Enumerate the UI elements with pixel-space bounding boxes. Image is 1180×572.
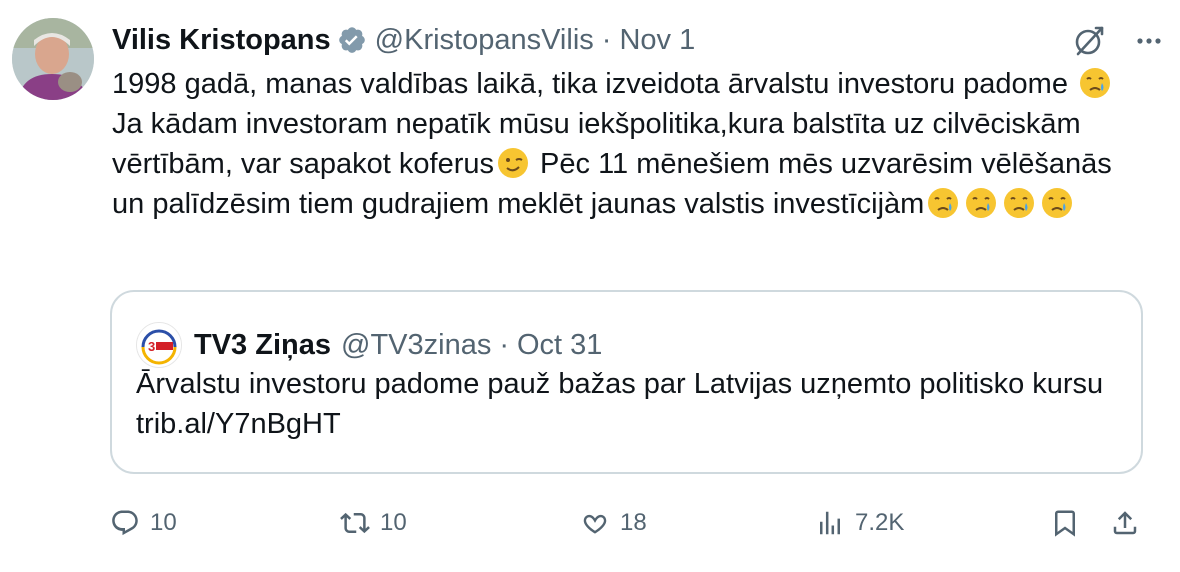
- quoted-author-avatar[interactable]: 3: [136, 322, 182, 368]
- like-count: 18: [620, 509, 647, 536]
- header-actions: [1072, 24, 1164, 66]
- quoted-tweet[interactable]: 3 TV3 Ziņas @TV3zinas · Oct 31 Ārvalstu …: [110, 290, 1143, 474]
- crying-face-emoji-icon: [1002, 186, 1036, 220]
- crying-face-emoji-icon: [926, 186, 960, 220]
- reply-count: 10: [150, 509, 177, 536]
- views-button[interactable]: 7.2K: [815, 500, 904, 546]
- repost-button[interactable]: 10: [340, 500, 407, 546]
- author-handle[interactable]: @KristopansVilis: [375, 24, 594, 57]
- verified-badge-icon[interactable]: [337, 25, 367, 55]
- bookmark-icon: [1055, 510, 1075, 537]
- views-count: 7.2K: [855, 509, 905, 536]
- more-icon[interactable]: [1134, 26, 1164, 64]
- tweet-header: Vilis Kristopans @KristopansVilis · Nov …: [112, 18, 1161, 62]
- avatar-image: [12, 18, 94, 100]
- repost-count: 10: [380, 509, 407, 536]
- views-icon: [820, 511, 840, 535]
- share-button[interactable]: [1110, 500, 1150, 546]
- repost-icon: [340, 512, 370, 534]
- svg-text:3: 3: [148, 339, 155, 354]
- crying-face-emoji-icon: [1078, 66, 1112, 100]
- quoted-author-name[interactable]: TV3 Ziņas: [194, 329, 331, 362]
- separator-dot: ·: [499, 328, 509, 361]
- quoted-tweet-header: 3 TV3 Ziņas @TV3zinas · Oct 31: [136, 322, 602, 368]
- tweet-date[interactable]: Nov 1: [619, 24, 695, 57]
- winking-face-emoji-icon: [496, 146, 530, 180]
- tweet-text: 1998 gadā, manas valdības laikā, tika iz…: [112, 64, 1142, 224]
- author-name[interactable]: Vilis Kristopans: [112, 24, 331, 57]
- like-button[interactable]: 18: [580, 500, 647, 546]
- tweet[interactable]: Vilis Kristopans @KristopansVilis · Nov …: [0, 0, 1180, 572]
- separator-dot: ·: [601, 23, 612, 56]
- crying-face-emoji-icon: [964, 186, 998, 220]
- tweet-content: Vilis Kristopans @KristopansVilis · Nov …: [112, 18, 1161, 224]
- quoted-tweet-text: Ārvalstu investoru padome pauž bažas par…: [136, 368, 1104, 440]
- crying-face-emoji-icon: [1040, 186, 1074, 220]
- tweet-text-part-1: 1998 gadā, manas valdības laikā, tika iz…: [112, 68, 1068, 100]
- heart-icon: [583, 514, 607, 534]
- author-avatar[interactable]: [12, 18, 94, 100]
- bookmark-button[interactable]: [1050, 500, 1090, 546]
- quoted-author-handle[interactable]: @TV3zinas: [341, 329, 491, 362]
- quoted-tweet-date[interactable]: Oct 31: [517, 329, 602, 362]
- tweet-actions: 10 10 18 7.2K: [110, 500, 1150, 546]
- tv3-logo-icon: 3: [137, 323, 181, 367]
- reply-icon: [112, 510, 138, 536]
- share-icon: [1113, 511, 1137, 535]
- grok-icon[interactable]: [1072, 24, 1106, 66]
- reply-button[interactable]: 10: [110, 500, 177, 546]
